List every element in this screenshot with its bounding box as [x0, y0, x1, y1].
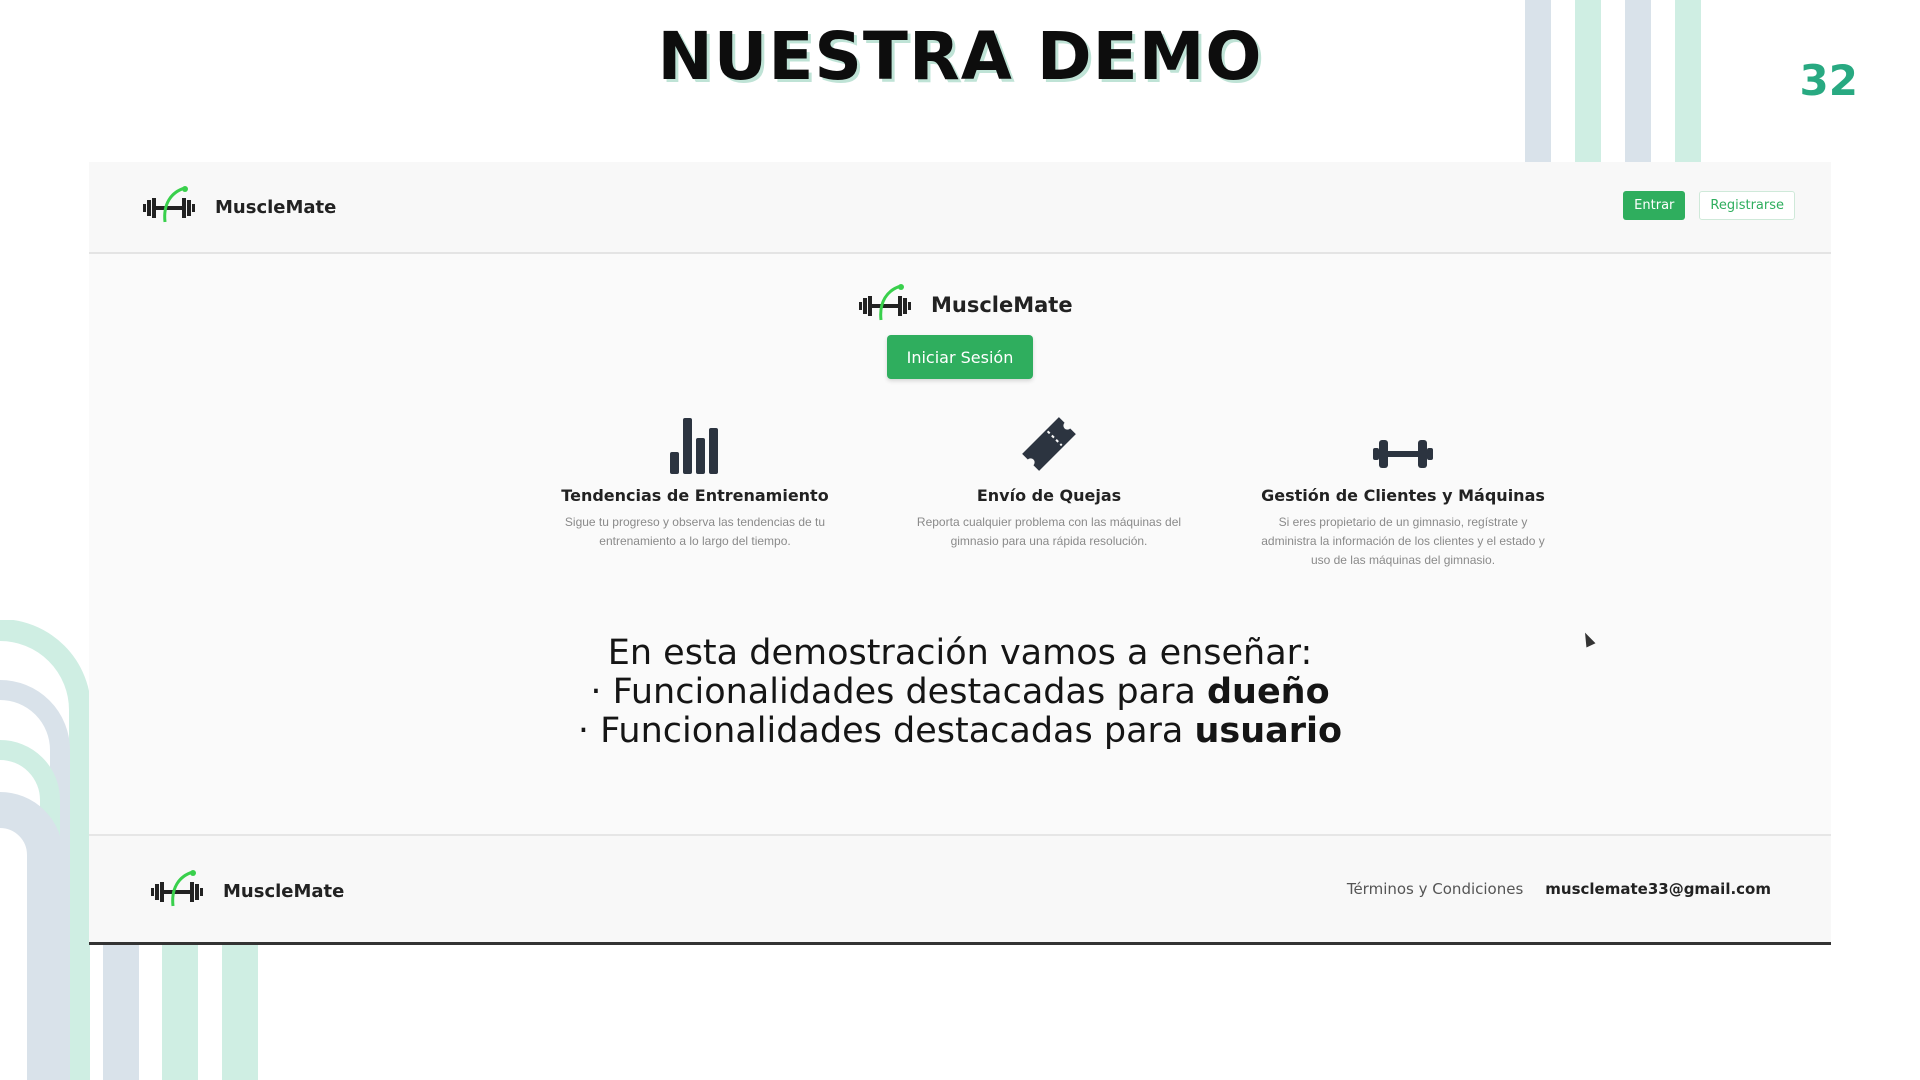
footer: MuscleMate Términos y Condiciones muscle… — [89, 834, 1831, 942]
brand-name: MuscleMate — [215, 196, 337, 218]
navbar-brand[interactable]: MuscleMate — [141, 184, 336, 230]
musclemate-logo-icon — [143, 186, 195, 223]
iniciar-sesion-button[interactable]: Iniciar Sesión — [887, 335, 1033, 379]
hero-brand-name: MuscleMate — [931, 293, 1073, 317]
feature-quejas: Envío de Quejas Reporta cualquier proble… — [889, 410, 1209, 551]
slide-title: NUESTRA DEMO — [657, 18, 1263, 95]
bar-chart-icon — [670, 418, 718, 474]
feature-tendencias: Tendencias de Entrenamiento Sigue tu pro… — [535, 410, 855, 551]
demo-item-user: · Funcionalidades destacadas para usuari… — [89, 712, 1831, 751]
auth-buttons: Entrar Registrarse — [1623, 191, 1795, 220]
demo-item-text: Funcionalidades destacadas para — [600, 711, 1195, 751]
feature-description: Si eres propietario de un gimnasio, regí… — [1261, 515, 1545, 567]
demo-item-owner: · Funcionalidades destacadas para dueño — [89, 673, 1831, 712]
feature-description: Sigue tu progreso y observa las tendenci… — [564, 515, 826, 548]
hero-brand: MuscleMate — [857, 282, 1073, 328]
demo-intro: En esta demostración vamos a enseñar: — [607, 633, 1313, 673]
terms-link[interactable]: Términos y Condiciones — [1347, 880, 1523, 898]
feature-gestion: Gestión de Clientes y Máquinas Si eres p… — [1243, 410, 1563, 570]
slide-number: 32 — [1799, 56, 1858, 105]
bullet: · — [590, 672, 602, 712]
entrar-button[interactable]: Entrar — [1623, 191, 1686, 220]
demo-item-bold: usuario — [1194, 711, 1343, 751]
footer-brand-name: MuscleMate — [223, 880, 345, 902]
footer-brand[interactable]: MuscleMate — [149, 868, 344, 914]
dumbbell-icon — [1373, 440, 1433, 468]
demo-item-text: Funcionalidades destacadas para — [612, 672, 1207, 712]
musclemate-logo-icon — [151, 870, 203, 907]
feature-title: Envío de Quejas — [976, 486, 1122, 505]
musclemate-logo-icon — [859, 284, 911, 321]
feature-description: Reporta cualquier problema con las máqui… — [916, 515, 1182, 548]
contact-email-link[interactable]: musclemate33@gmail.com — [1545, 880, 1771, 898]
demo-caption: En esta demostración vamos a enseñar: · … — [89, 634, 1831, 751]
demo-item-bold: dueño — [1206, 672, 1330, 712]
registrarse-button[interactable]: Registrarse — [1699, 191, 1795, 220]
feature-title: Tendencias de Entrenamiento — [561, 486, 829, 505]
navbar: MuscleMate Entrar Registrarse — [89, 162, 1831, 254]
ticket-icon — [1022, 417, 1076, 471]
feature-title: Gestión de Clientes y Máquinas — [1261, 486, 1545, 505]
demo-screenshot: MuscleMate Entrar Registrarse MuscleMate… — [89, 162, 1831, 945]
footer-links: Términos y Condiciones musclemate33@gmai… — [1347, 880, 1771, 898]
bullet: · — [577, 711, 590, 751]
